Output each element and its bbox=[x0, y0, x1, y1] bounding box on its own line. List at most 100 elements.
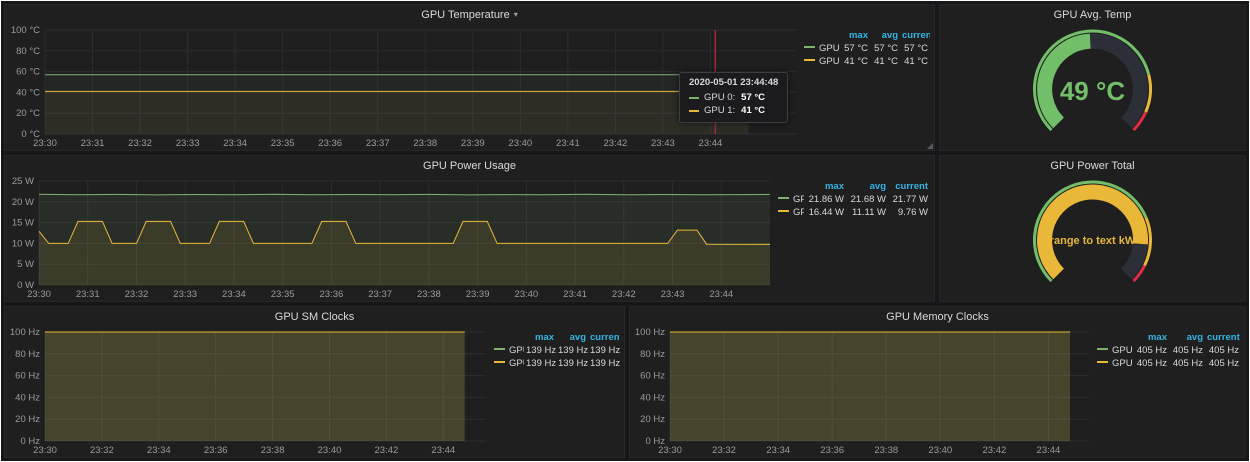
svg-text:23:37: 23:37 bbox=[368, 289, 392, 300]
svg-text:40 Hz: 40 Hz bbox=[15, 392, 40, 403]
panel-title[interactable]: GPU Memory Clocks bbox=[886, 311, 989, 323]
panel-title[interactable]: GPU Avg. Temp bbox=[1054, 9, 1132, 21]
series-swatch-icon bbox=[804, 59, 815, 61]
gpu-memory-clocks-chart[interactable]: 23:3023:3223:3423:3623:3823:4023:4223:44… bbox=[630, 326, 1095, 457]
svg-text:23:43: 23:43 bbox=[651, 138, 675, 149]
svg-text:23:42: 23:42 bbox=[375, 445, 399, 456]
legend-value: 57 °C bbox=[900, 42, 930, 55]
svg-text:23:36: 23:36 bbox=[320, 289, 344, 300]
series-dash-icon bbox=[689, 110, 699, 112]
svg-text:23:42: 23:42 bbox=[603, 138, 627, 149]
legend-value: 405 Hz bbox=[1205, 357, 1241, 370]
series-swatch-icon bbox=[494, 348, 505, 350]
legend-column-header[interactable]: current bbox=[888, 180, 930, 193]
legend-value: 139 Hz bbox=[524, 357, 556, 370]
legend-column-header[interactable]: avg bbox=[846, 180, 888, 193]
legend-value: 41 °C bbox=[870, 55, 900, 68]
legend-column-header[interactable]: max bbox=[1133, 331, 1169, 344]
svg-text:60 Hz: 60 Hz bbox=[15, 371, 40, 382]
legend-series-name[interactable]: GPU 1 bbox=[802, 55, 840, 68]
panel-header-gpu-avg-temp[interactable]: GPU Avg. Temp bbox=[940, 5, 1245, 24]
gpu-power-usage-legend: maxavgcurrentGPU 021.86 W21.68 W21.77 WG… bbox=[776, 175, 934, 301]
legend-column-header[interactable]: max bbox=[804, 180, 846, 193]
gauge-canvas: range to text kW bbox=[940, 175, 1245, 301]
svg-text:5 W: 5 W bbox=[17, 259, 34, 270]
svg-text:40 Hz: 40 Hz bbox=[640, 392, 665, 403]
legend-column-header[interactable]: avg bbox=[556, 331, 588, 344]
panel-header-gpu-memory-clocks[interactable]: GPU Memory Clocks bbox=[630, 307, 1245, 326]
series-line bbox=[39, 194, 770, 195]
legend-value: 16.44 W bbox=[804, 206, 846, 219]
panel-header-gpu-power-total[interactable]: GPU Power Total bbox=[940, 156, 1245, 175]
legend-value: 139 Hz bbox=[588, 357, 620, 370]
panel-gpu-power-total: GPU Power Total range to text kW bbox=[939, 155, 1246, 302]
svg-text:23:44: 23:44 bbox=[709, 289, 733, 300]
tooltip-series-value: 57 °C bbox=[741, 91, 765, 104]
legend-column-header[interactable]: current bbox=[588, 331, 620, 344]
legend-series-name[interactable]: GPU 1 bbox=[492, 357, 524, 370]
chevron-down-icon: ▾ bbox=[514, 10, 518, 19]
legend-value: 21.86 W bbox=[804, 193, 846, 206]
panel-header-gpu-power-usage[interactable]: GPU Power Usage bbox=[5, 156, 934, 175]
panel-body: 23:3023:3123:3223:3323:3423:3523:3623:37… bbox=[5, 24, 934, 150]
legend-column-header[interactable]: current bbox=[1205, 331, 1241, 344]
svg-text:100 Hz: 100 Hz bbox=[10, 327, 40, 338]
svg-text:23:44: 23:44 bbox=[1037, 445, 1061, 456]
legend-series-name[interactable]: GPU 1 bbox=[1095, 357, 1133, 370]
legend-column-header[interactable]: max bbox=[524, 331, 556, 344]
svg-text:23:31: 23:31 bbox=[81, 138, 105, 149]
svg-text:23:41: 23:41 bbox=[563, 289, 587, 300]
svg-text:23:32: 23:32 bbox=[128, 138, 152, 149]
legend-header-row: maxavgcurrent bbox=[802, 29, 930, 42]
series-swatch-icon bbox=[1097, 348, 1108, 350]
panel-body: 23:3023:3123:3223:3323:3423:3523:3623:37… bbox=[5, 175, 934, 301]
legend-column-header[interactable]: max bbox=[840, 29, 870, 42]
legend-column-header[interactable]: avg bbox=[1169, 331, 1205, 344]
dashboard-row-2: GPU Power Usage 23:3023:3123:3223:3323:3… bbox=[4, 155, 1246, 302]
chart-canvas: 23:3023:3223:3423:3623:3823:4023:4223:44… bbox=[630, 326, 1095, 457]
panel-header-gpu-sm-clocks[interactable]: GPU SM Clocks bbox=[5, 307, 624, 326]
svg-text:23:35: 23:35 bbox=[271, 289, 295, 300]
panel-title[interactable]: GPU SM Clocks bbox=[275, 311, 354, 323]
svg-text:23:33: 23:33 bbox=[176, 138, 200, 149]
svg-text:25 W: 25 W bbox=[12, 176, 34, 187]
legend-value: 41 °C bbox=[840, 55, 870, 68]
gpu-memory-clocks-legend: maxavgcurrentGPU 0405 Hz405 Hz405 HzGPU … bbox=[1095, 326, 1245, 457]
svg-text:23:36: 23:36 bbox=[318, 138, 342, 149]
panel-resize-handle[interactable] bbox=[927, 143, 933, 149]
legend-value: 139 Hz bbox=[556, 344, 588, 357]
panel-title[interactable]: GPU Power Usage bbox=[423, 160, 516, 172]
svg-text:23:40: 23:40 bbox=[514, 289, 538, 300]
svg-text:23:40: 23:40 bbox=[928, 445, 952, 456]
legend-series-name[interactable]: GPU 0 bbox=[492, 344, 524, 357]
tooltip-timestamp: 2020-05-01 23:44:48 bbox=[689, 77, 778, 88]
svg-text:23:42: 23:42 bbox=[982, 445, 1006, 456]
gpu-sm-clocks-chart[interactable]: 23:3023:3223:3423:3623:3823:4023:4223:44… bbox=[5, 326, 492, 457]
panel-title[interactable]: GPU Temperature bbox=[421, 9, 509, 21]
legend-series-name[interactable]: GPU 0 bbox=[802, 42, 840, 55]
legend-row: GPU 1139 Hz139 Hz139 Hz bbox=[492, 357, 620, 370]
chart-canvas: 23:3023:3223:3423:3623:3823:4023:4223:44… bbox=[5, 326, 492, 457]
svg-text:23:34: 23:34 bbox=[766, 445, 790, 456]
panel-title[interactable]: GPU Power Total bbox=[1050, 160, 1134, 172]
panel-body: 23:3023:3223:3423:3623:3823:4023:4223:44… bbox=[5, 326, 624, 457]
gpu-power-usage-chart[interactable]: 23:3023:3123:3223:3323:3423:3523:3623:37… bbox=[5, 175, 776, 301]
legend-row: GPU 141 °C41 °C41 °C bbox=[802, 55, 930, 68]
series-area bbox=[45, 332, 465, 441]
svg-text:10 W: 10 W bbox=[12, 238, 34, 249]
legend-series-name[interactable]: GPU 1 bbox=[776, 206, 804, 219]
legend-column-header[interactable]: current bbox=[900, 29, 930, 42]
panel-body: 49 °C bbox=[940, 24, 1245, 150]
legend-series-name[interactable]: GPU 0 bbox=[776, 193, 804, 206]
svg-text:23:43: 23:43 bbox=[661, 289, 685, 300]
legend-value: 41 °C bbox=[900, 55, 930, 68]
panel-header-gpu-temperature[interactable]: GPU Temperature ▾ bbox=[5, 5, 934, 24]
panel-body: range to text kW bbox=[940, 175, 1245, 301]
svg-text:23:34: 23:34 bbox=[222, 289, 246, 300]
series-area bbox=[670, 332, 1070, 441]
svg-text:23:44: 23:44 bbox=[431, 445, 455, 456]
svg-text:23:41: 23:41 bbox=[556, 138, 580, 149]
legend-series-name[interactable]: GPU 0 bbox=[1095, 344, 1133, 357]
legend-column-header[interactable]: avg bbox=[870, 29, 900, 42]
svg-text:0 Hz: 0 Hz bbox=[20, 436, 40, 447]
